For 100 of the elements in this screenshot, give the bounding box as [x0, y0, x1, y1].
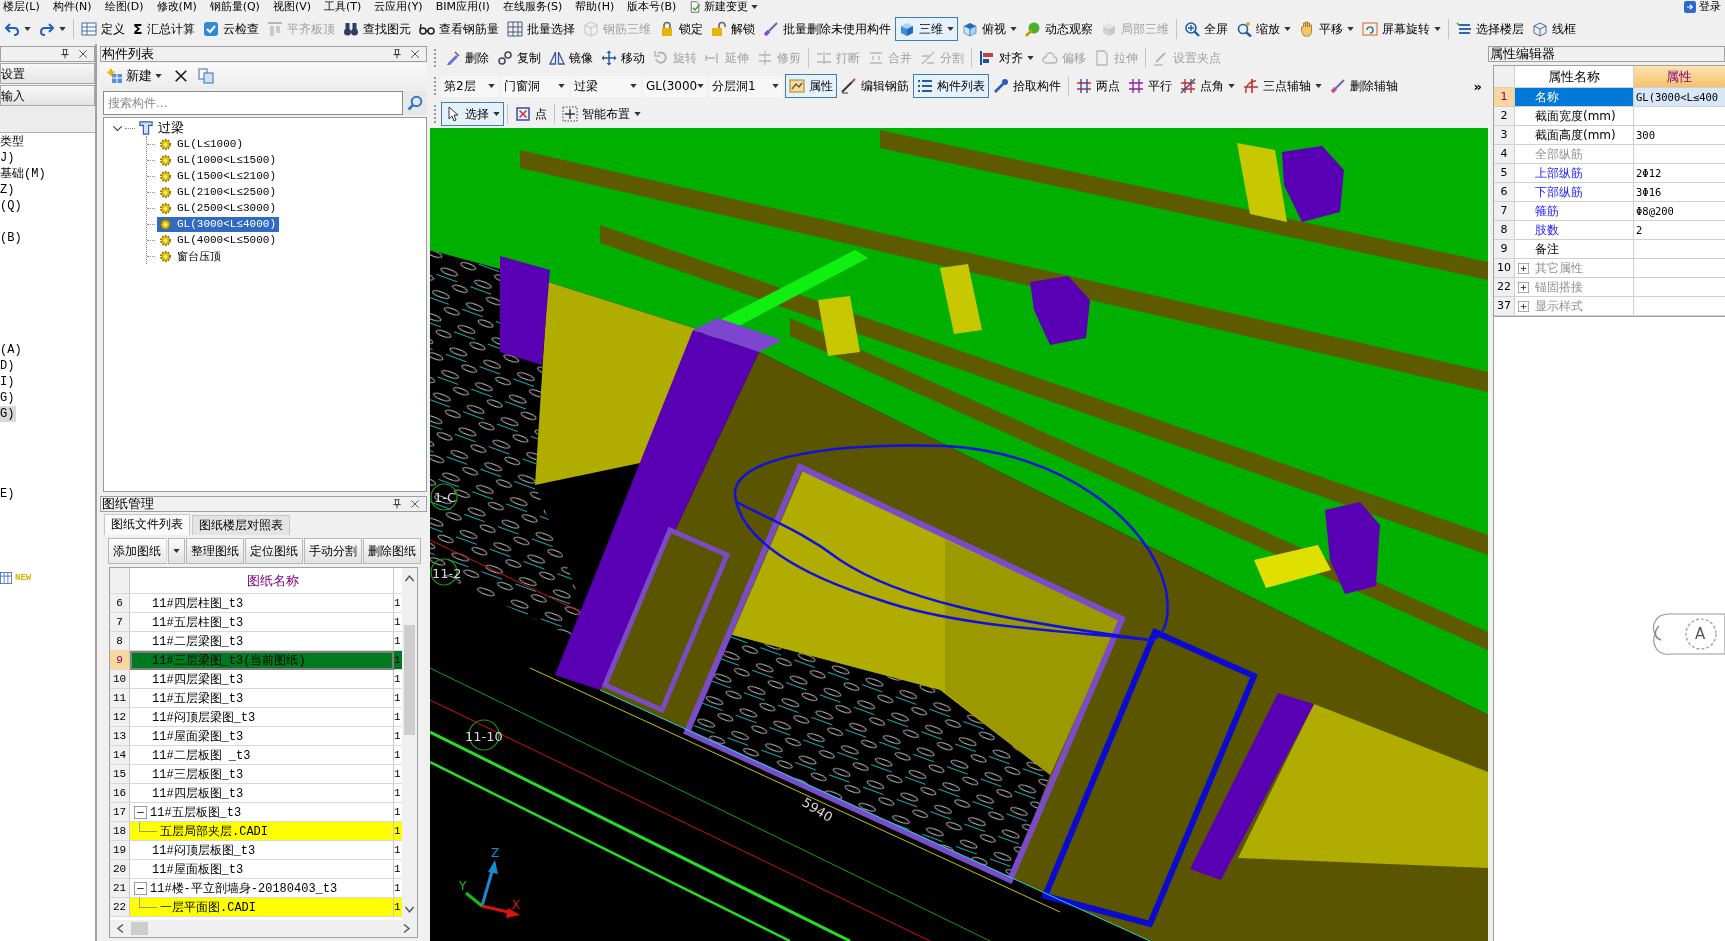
find-button[interactable]: 查找图元	[338, 17, 415, 41]
table-cell[interactable]: 一层平面图.CADI	[130, 898, 394, 917]
table-cell[interactable]: 11#楼-平立剖墙身-20180403_t3	[130, 879, 394, 898]
component-select[interactable]: GL(3000	[643, 75, 707, 97]
table-cell[interactable]: 11#二层板图 _t3	[130, 746, 394, 765]
table-cell[interactable]: 11#屋面梁图_t3	[130, 727, 394, 746]
category-item[interactable]: I)	[0, 374, 17, 390]
drawing-action-button[interactable]: 定位图纸	[245, 538, 303, 564]
drawing-action-button[interactable]: 手动分割	[304, 538, 362, 564]
select-floor-button[interactable]: 选择楼层	[1451, 17, 1528, 41]
tree-item[interactable]: GL(L≤1000)	[157, 136, 246, 152]
property-value[interactable]: GL(3000<L≤400	[1633, 88, 1725, 106]
view-rebar-button[interactable]: 查看钢筋量	[414, 17, 503, 41]
menu-item[interactable]: 版本号(B)	[627, 0, 677, 14]
category-item[interactable]: (Q)	[0, 198, 24, 214]
category-item[interactable]: J)	[0, 150, 17, 166]
table-cell[interactable]: 11#四层梁图_t3	[130, 670, 394, 689]
table-cell[interactable]: 11#五层板图_t3	[130, 803, 394, 822]
property-value[interactable]: 3Φ16	[1633, 183, 1725, 201]
select-button[interactable]: 选择	[441, 102, 504, 126]
table-cell[interactable]: 11#屋面板图_t3	[130, 860, 394, 879]
delete-icon[interactable]	[174, 69, 188, 83]
two-point-button[interactable]: 两点	[1072, 74, 1124, 98]
menu-item[interactable]: 楼层(L)	[3, 0, 40, 14]
menu-item[interactable]: 修改(M)	[156, 0, 197, 14]
category-item[interactable]: (B)	[0, 230, 24, 246]
tree-item[interactable]: 窗台压顶	[157, 248, 224, 264]
nav-tab[interactable]: 设置	[0, 63, 95, 84]
property-name[interactable]: 肢数	[1515, 221, 1633, 239]
property-value[interactable]: Φ8@200	[1633, 202, 1725, 220]
close-icon[interactable]	[410, 49, 420, 59]
drawing-action-button[interactable]: 整理图纸	[186, 538, 244, 564]
property-name[interactable]: 下部纵筋	[1515, 183, 1633, 201]
collapse-icon[interactable]	[134, 805, 147, 819]
category-item[interactable]: (A)	[0, 342, 24, 358]
three-point-axis-button[interactable]: 三点辅轴	[1239, 74, 1326, 98]
table-cell[interactable]: 五层局部夹层.CADI	[130, 822, 394, 841]
property-value[interactable]: 2	[1633, 221, 1725, 239]
grip-icon[interactable]	[434, 77, 437, 95]
tab[interactable]: 图纸文件列表	[104, 514, 190, 535]
property-value[interactable]: 300	[1633, 126, 1725, 144]
table-cell[interactable]: 11#三层板图_t3	[130, 765, 394, 784]
tree-item[interactable]: GL(2500<L≤3000)	[157, 200, 280, 216]
nav-tab[interactable]: 输入	[0, 85, 95, 106]
menu-item[interactable]: BIM应用(I)	[435, 0, 490, 14]
category-item[interactable]: G)	[0, 390, 17, 406]
table-cell[interactable]: 11#四层板图_t3	[130, 784, 394, 803]
menu-item[interactable]: 钢筋量(Q)	[209, 0, 260, 14]
table-cell[interactable]: 11#五层梁图_t3	[130, 689, 394, 708]
component-list-button[interactable]: 构件列表	[913, 74, 989, 98]
fullscreen-button[interactable]: 全屏	[1179, 17, 1232, 41]
copy-icon[interactable]	[198, 68, 214, 84]
overflow-button[interactable]: »	[1473, 78, 1482, 94]
grip-icon[interactable]	[434, 105, 437, 123]
column-header[interactable]: 图纸名称	[246, 571, 299, 590]
tree-item[interactable]: 过梁	[137, 120, 187, 136]
lock-button[interactable]: 锁定	[654, 17, 707, 41]
wireframe-button[interactable]: 线框	[1527, 17, 1580, 41]
point-button[interactable]: 点	[511, 102, 551, 126]
cloud-check-button[interactable]: 云检查	[198, 17, 263, 41]
pick-component-button[interactable]: 拾取构件	[989, 74, 1065, 98]
batch-select-button[interactable]: 批量选择	[502, 17, 579, 41]
menu-item[interactable]: 云应用(Y)	[374, 0, 423, 14]
menu-item[interactable]: 帮助(H)	[575, 0, 615, 14]
tab[interactable]: 图纸楼层对照表	[192, 515, 290, 535]
delete-axis-button[interactable]: 删除辅轴	[1326, 74, 1402, 98]
parallel-button[interactable]: 平行	[1124, 74, 1176, 98]
copy-button[interactable]: 复制	[493, 46, 545, 70]
drawing-action-button[interactable]: 添加图纸	[108, 538, 167, 564]
table-cell[interactable]: 11#五层柱图_t3	[130, 613, 394, 632]
pin-icon[interactable]	[392, 49, 402, 59]
unlock-button[interactable]: 解锁	[706, 17, 759, 41]
menu-item[interactable]: 工具(T)	[324, 0, 362, 14]
pan-button[interactable]: 平移	[1294, 17, 1358, 41]
layer-select[interactable]: 分层洞1	[709, 75, 783, 97]
delete-button[interactable]: 删除	[441, 46, 493, 70]
tree-item[interactable]: GL(2100<L≤2500)	[157, 184, 280, 200]
sum-button[interactable]: Σ 汇总计算	[129, 17, 199, 41]
batch-delete-button[interactable]: 批量删除未使用构件	[758, 17, 895, 41]
property-name[interactable]: 截面宽度(mm)	[1515, 107, 1633, 125]
category-item[interactable]: E)	[0, 486, 17, 502]
scrollbar[interactable]	[110, 920, 417, 937]
table-cell[interactable]: 11#闷顶层梁图_t3	[130, 708, 394, 727]
table-cell[interactable]: 11#闷顶层板图_t3	[130, 841, 394, 860]
pin-icon[interactable]	[392, 499, 402, 509]
category-item[interactable]: G)	[0, 406, 17, 422]
pin-icon[interactable]	[60, 49, 70, 59]
type-select[interactable]: 过梁	[571, 75, 641, 97]
login-button[interactable]: 登录	[1684, 0, 1721, 14]
new-button[interactable]: 新建	[105, 65, 164, 87]
floor-select[interactable]: 第2层	[441, 75, 499, 97]
drawing-action-button[interactable]: 删除图纸	[363, 538, 421, 564]
tree-item[interactable]: GL(1000<L≤1500)	[157, 152, 280, 168]
scrollbar[interactable]	[402, 568, 417, 920]
define-button[interactable]: 定义	[77, 17, 129, 41]
category-item[interactable]: Z)	[0, 182, 17, 198]
category-item[interactable]: 基础(M)	[0, 166, 48, 182]
scrollbar-thumb[interactable]	[131, 922, 148, 935]
close-icon[interactable]	[410, 499, 420, 509]
tree-item[interactable]: GL(4000<L≤5000)	[157, 232, 280, 248]
